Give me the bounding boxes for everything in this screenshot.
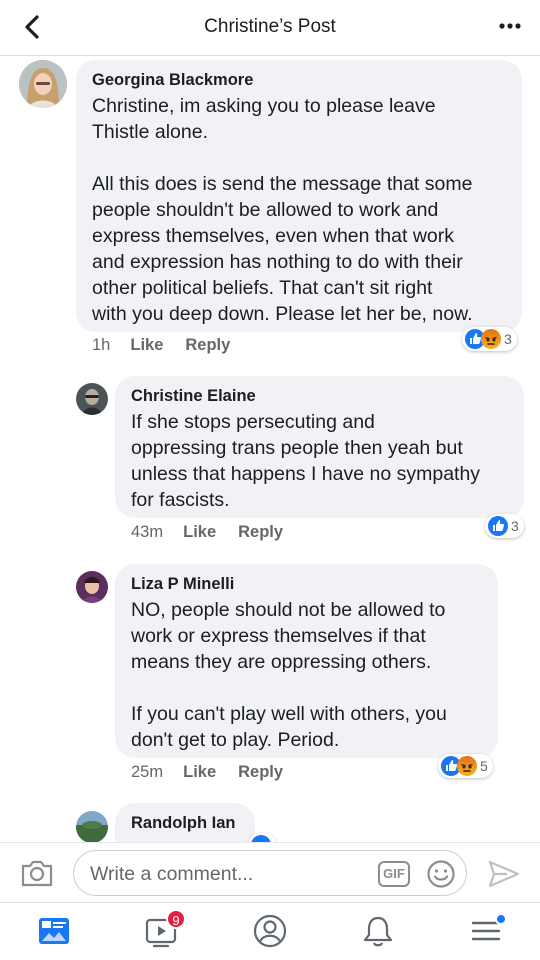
comment-meta: 25m Like Reply bbox=[131, 763, 283, 782]
more-horizontal-icon[interactable] bbox=[498, 22, 522, 30]
profile-icon[interactable] bbox=[252, 913, 288, 949]
reaction-count: 3 bbox=[511, 518, 519, 534]
comment-author[interactable]: Randolph Ian bbox=[131, 813, 239, 833]
camera-icon[interactable] bbox=[20, 858, 54, 888]
reaction-summary[interactable]: 5 bbox=[438, 754, 493, 778]
reaction-summary[interactable]: 3 bbox=[485, 514, 524, 538]
comment-time: 1h bbox=[92, 336, 111, 354]
reply-button[interactable]: Reply bbox=[185, 336, 230, 355]
like-button[interactable]: Like bbox=[130, 336, 163, 355]
angry-reaction-icon bbox=[457, 756, 477, 776]
notification-badge: 9 bbox=[166, 909, 186, 929]
comments-feed[interactable]: Georgina Blackmore Christine, im asking … bbox=[0, 57, 540, 842]
comment-author[interactable]: Christine Elaine bbox=[131, 386, 508, 406]
comment-input[interactable]: Write a comment... GIF bbox=[73, 850, 467, 896]
comment-author[interactable]: Liza P Minelli bbox=[131, 574, 482, 594]
page-title: Christine’s Post bbox=[204, 16, 336, 37]
reply-button[interactable]: Reply bbox=[238, 523, 283, 542]
comment-bubble[interactable]: Christine Elaine If she stops persecutin… bbox=[115, 376, 524, 518]
comment-text: Christine, im asking you to please leave… bbox=[92, 95, 473, 325]
comment-bubble[interactable]: Randolph Ian bbox=[115, 803, 255, 842]
notifications-bell-icon[interactable] bbox=[360, 913, 396, 949]
like-reaction-icon bbox=[251, 835, 271, 842]
reaction-count: 3 bbox=[504, 331, 512, 347]
send-icon[interactable] bbox=[487, 858, 521, 890]
comment-meta: 43m Like Reply bbox=[131, 523, 283, 542]
bottom-nav: 9 bbox=[0, 902, 540, 960]
avatar[interactable] bbox=[76, 571, 108, 603]
avatar[interactable] bbox=[76, 383, 108, 415]
reaction-summary[interactable] bbox=[248, 833, 276, 842]
news-feed-icon[interactable] bbox=[36, 913, 72, 949]
avatar[interactable] bbox=[19, 60, 67, 108]
emoji-icon[interactable] bbox=[426, 859, 456, 889]
comment-time: 43m bbox=[131, 523, 164, 541]
comment-bubble[interactable]: Georgina Blackmore Christine, im asking … bbox=[76, 60, 522, 332]
comment-composer: Write a comment... GIF bbox=[0, 842, 540, 902]
comment-meta: 1h Like Reply bbox=[92, 336, 230, 355]
comment-bubble[interactable]: Liza P Minelli NO, people should not be … bbox=[115, 564, 498, 758]
avatar[interactable] bbox=[76, 811, 108, 842]
comment-text: If she stops persecuting and oppressing … bbox=[131, 411, 481, 511]
comment-author[interactable]: Georgina Blackmore bbox=[92, 70, 506, 90]
post-header: Christine’s Post bbox=[0, 0, 540, 56]
reaction-summary[interactable]: 3 bbox=[462, 327, 517, 351]
angry-reaction-icon bbox=[481, 329, 501, 349]
menu-notification-dot bbox=[495, 913, 507, 925]
comment-input-placeholder: Write a comment... bbox=[90, 863, 254, 885]
like-button[interactable]: Like bbox=[183, 523, 216, 542]
reply-button[interactable]: Reply bbox=[238, 763, 283, 782]
gif-button[interactable]: GIF bbox=[378, 861, 410, 887]
like-button[interactable]: Like bbox=[183, 763, 216, 782]
comment-text: NO, people should not be allowed to work… bbox=[131, 599, 447, 751]
like-reaction-icon bbox=[488, 516, 508, 536]
reaction-count: 5 bbox=[480, 758, 488, 774]
comment-time: 25m bbox=[131, 763, 164, 781]
